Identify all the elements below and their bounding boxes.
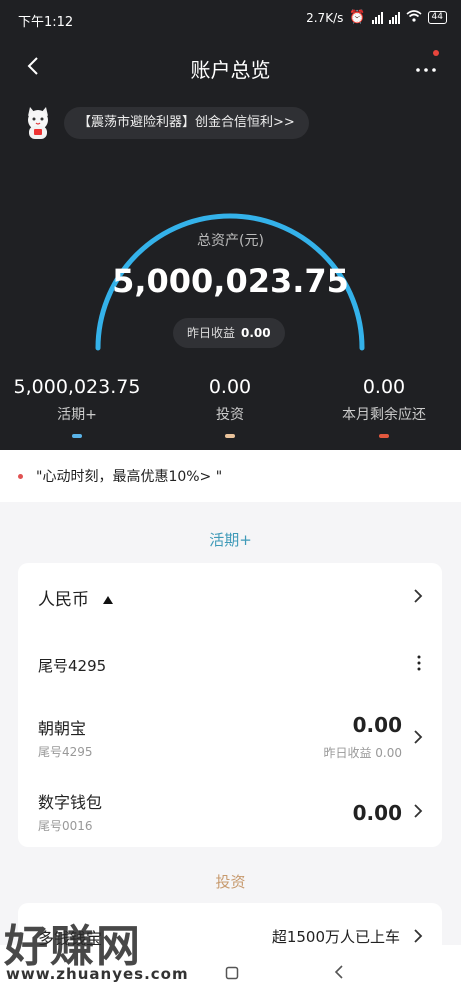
chevron-right-icon [412, 587, 424, 605]
account-row: 尾号4295 [18, 647, 442, 683]
status-icons: 2.7K/s ⏰ 44 [306, 10, 447, 25]
stat-indicator [72, 434, 82, 438]
promo-banner[interactable]: "心动时刻，最高优惠10%> " [0, 450, 461, 502]
total-assets-value: 5,000,023.75 [112, 262, 349, 300]
product-name: 数字钱包 [38, 793, 103, 812]
product-amount: 0.00 [352, 713, 402, 737]
lucky-cat-mascot-icon [20, 104, 56, 140]
section-title-investment: 投资 [215, 873, 246, 891]
stat-huoqi[interactable]: 5,000,023.75 活期+ [6, 376, 148, 438]
investment-promo-text: 超1500万人已上车 [271, 928, 400, 946]
caret-up-icon [102, 590, 114, 609]
kebab-menu-icon[interactable] [414, 653, 424, 673]
yesterday-earnings-pill: 昨日收益 0.00 [173, 318, 285, 348]
section-title-huoqi: 活期+ [209, 531, 252, 549]
stat-indicator [225, 434, 235, 438]
signal-icon-2 [388, 11, 400, 24]
stat-repayment[interactable]: 0.00 本月剩余应还 [322, 376, 446, 438]
currency-label: 人民币 [38, 590, 89, 610]
alarm-icon: ⏰ [349, 10, 366, 25]
notice-banner[interactable]: 【震荡市避险利器】创金合信恒利>> [64, 107, 309, 139]
back-nav-icon[interactable] [333, 963, 345, 985]
product-tail: 尾号0016 [38, 819, 93, 833]
network-speed: 2.7K/s [306, 10, 344, 25]
yesterday-earnings-label: 昨日收益 [187, 326, 236, 340]
account-tail: 尾号4295 [38, 657, 107, 675]
product-tail: 尾号4295 [38, 745, 93, 759]
stat-label: 投资 [216, 407, 244, 423]
product-row[interactable]: 朝朝宝 尾号4295 0.00 昨日收益 0.00 [18, 703, 442, 767]
product-amount: 0.00 [352, 801, 402, 825]
notification-dot [433, 50, 439, 56]
total-assets-label: 总资产(元) [197, 233, 264, 249]
status-time: 下午1:12 [18, 15, 74, 30]
chevron-right-icon [412, 802, 424, 820]
currency-row[interactable]: 人民币 [18, 563, 442, 629]
chevron-right-icon [412, 728, 424, 746]
nav-bar: 账户总览 [0, 46, 461, 90]
stat-investment[interactable]: 0.00 投资 [170, 376, 290, 438]
stat-label: 本月剩余应还 [342, 407, 426, 423]
battery-icon: 44 [427, 11, 447, 24]
watermark-url: www.zhuanyes.com [6, 965, 189, 983]
stat-value: 0.00 [362, 376, 406, 398]
home-button-icon[interactable] [225, 965, 239, 984]
stat-value: 0.00 [208, 376, 252, 398]
product-name: 朝朝宝 [38, 719, 87, 738]
account-overview-header-panel: 下午1:12 2.7K/s ⏰ 44 账户总览 【震荡市避险利器】创金合信恒利>… [0, 0, 461, 450]
product-row[interactable]: 数字钱包 尾号0016 0.00 [18, 783, 442, 839]
page-title: 账户总览 [190, 58, 271, 82]
promo-dot [18, 474, 23, 479]
stat-indicator [379, 434, 389, 438]
signal-icon [371, 11, 383, 24]
stat-value: 5,000,023.75 [13, 376, 141, 398]
promo-text: "心动时刻，最高优惠10%> " [36, 469, 223, 485]
status-bar: 下午1:12 2.7K/s ⏰ 44 [0, 0, 461, 40]
chevron-right-icon [412, 927, 424, 945]
yesterday-earnings-value: 0.00 [241, 326, 271, 340]
stat-label: 活期+ [57, 407, 97, 423]
product-yesterday-earnings: 昨日收益 0.00 [323, 746, 402, 760]
huoqi-card: 人民币 尾号4295 朝朝宝 尾号4295 0.00 昨日收益 0.00 数字钱… [18, 563, 442, 847]
wifi-icon [406, 10, 422, 25]
